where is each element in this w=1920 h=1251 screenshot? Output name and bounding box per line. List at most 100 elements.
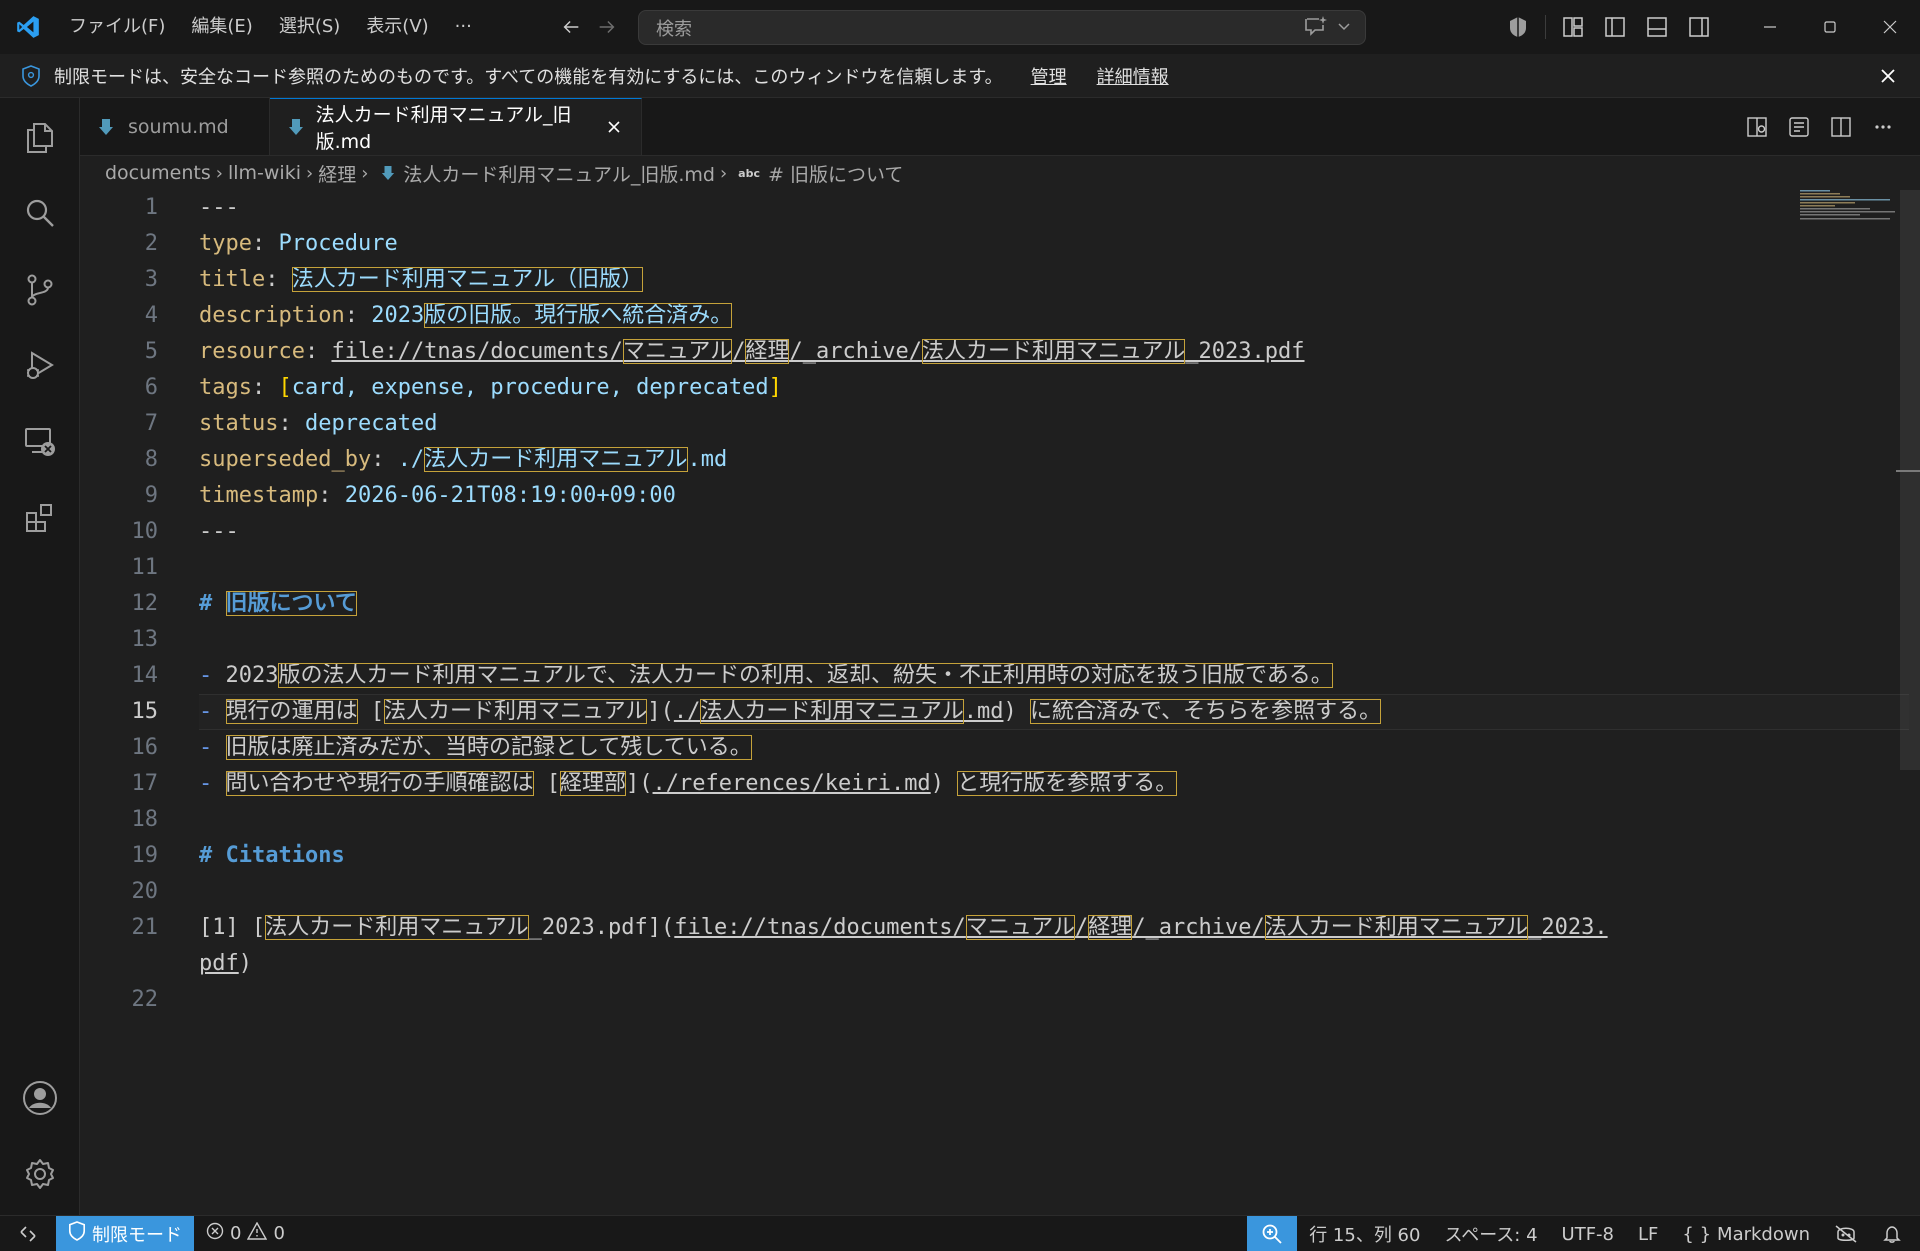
restricted-mode-status[interactable]: 制限モード [56, 1215, 194, 1251]
split-editor-icon[interactable] [1824, 110, 1858, 144]
error-icon [206, 1222, 224, 1245]
menu-selection[interactable]: 選択(S) [266, 0, 353, 54]
line-number: 1 [144, 195, 158, 220]
tab-close-icon[interactable] [605, 117, 623, 137]
line-number-active: 15 [131, 699, 159, 724]
line-number: 3 [144, 267, 158, 292]
line-number: 6 [144, 375, 158, 400]
editor-tabs: soumu.md 法人カード利用マニュアル_旧版.md [80, 98, 1920, 156]
line-number: 22 [131, 987, 159, 1012]
notifications-bell-icon[interactable] [1870, 1216, 1920, 1251]
code-line: description: 2023版の旧版。現行版へ統合済み。 [199, 303, 733, 328]
line-number: 14 [131, 663, 159, 688]
banner-close-icon[interactable] [1874, 62, 1902, 90]
encoding[interactable]: UTF-8 [1550, 1216, 1626, 1251]
open-preview-side-icon[interactable] [1740, 110, 1774, 144]
search-icon[interactable] [0, 176, 80, 252]
code-line: tags: [card, expense, procedure, depreca… [199, 375, 782, 400]
customize-layout-icon[interactable] [1552, 0, 1594, 54]
minimap[interactable] [1800, 190, 1900, 250]
menu-view[interactable]: 表示(V) [353, 0, 441, 54]
scrollbar-cursor-marker [1896, 470, 1920, 472]
chevron-right-icon: › [215, 162, 223, 184]
back-arrow-icon[interactable] [553, 9, 589, 45]
line-number: 5 [144, 339, 158, 364]
copilot-status-icon[interactable] [1822, 1216, 1870, 1251]
braces-icon: { } [1682, 1223, 1712, 1245]
code-line: --- [199, 195, 239, 220]
code-line: resource: file://tnas/documents/マニュアル/経理… [199, 339, 1305, 364]
line-number: 19 [131, 843, 159, 868]
language-mode[interactable]: { } Markdown [1670, 1216, 1822, 1251]
banner-message: 制限モードは、安全なコード参照のためのものです。すべての機能を有効にするには、こ… [54, 66, 1003, 88]
indentation[interactable]: スペース: 4 [1432, 1216, 1549, 1251]
source-control-icon[interactable] [0, 252, 80, 328]
open-changes-icon[interactable] [1782, 110, 1816, 144]
editor-area[interactable]: 1 2 3 4 5 6 7 8 9 10 11 12 13 14 15 16 1… [80, 190, 1920, 1215]
menu-edit[interactable]: 編集(E) [178, 0, 265, 54]
shield-icon [16, 64, 46, 87]
banner-manage-link[interactable]: 管理 [1031, 63, 1067, 89]
breadcrumb-documents[interactable]: documents [105, 162, 211, 184]
warning-count: 0 [273, 1223, 285, 1244]
tab-active-file[interactable]: 法人カード利用マニュアル_旧版.md [270, 98, 642, 155]
end-of-line[interactable]: LF [1626, 1216, 1670, 1251]
settings-gear-icon[interactable] [0, 1136, 80, 1212]
line-number: 8 [144, 447, 158, 472]
breadcrumb-keiri[interactable]: 経理 [318, 160, 356, 187]
code-line: - 問い合わせや現行の手順確認は [経理部](./references/keir… [199, 771, 1178, 796]
breadcrumb-heading[interactable]: # 旧版について [768, 160, 903, 187]
title-bar: ファイル(F) 編集(E) 選択(S) 表示(V) ··· 検索 [0, 0, 1920, 54]
banner-details-link[interactable]: 詳細情報 [1097, 63, 1169, 89]
copilot-chat-icon[interactable] [1303, 15, 1329, 41]
code-line: type: Procedure [199, 231, 398, 256]
remote-explorer-icon[interactable] [0, 404, 80, 480]
maximize-icon[interactable] [1800, 0, 1860, 54]
account-icon[interactable] [0, 1060, 80, 1136]
menu-more[interactable]: ··· [442, 0, 485, 54]
extensions-icon[interactable] [0, 480, 80, 556]
code-line-active: - 現行の運用は [法人カード利用マニュアル](./法人カード利用マニュアル.m… [199, 699, 1382, 724]
menu-bar: ファイル(F) 編集(E) 選択(S) 表示(V) ··· [56, 0, 485, 54]
vscode-logo-icon [0, 0, 56, 54]
line-number: 17 [131, 771, 159, 796]
chevron-down-icon[interactable] [1337, 18, 1351, 37]
tab-soumu[interactable]: soumu.md [80, 98, 270, 155]
line-number: 20 [131, 879, 159, 904]
problems-status[interactable]: 0 0 [194, 1216, 297, 1251]
code-line: # 旧版について [199, 591, 357, 616]
language-label: Markdown [1717, 1223, 1810, 1245]
breadcrumb-llm-wiki[interactable]: llm-wiki [228, 162, 301, 184]
tab-label: soumu.md [128, 115, 229, 138]
markdown-file-icon [98, 118, 118, 136]
vertical-scrollbar[interactable] [1900, 190, 1920, 770]
error-count: 0 [230, 1223, 242, 1244]
minimize-icon[interactable] [1740, 0, 1800, 54]
explorer-icon[interactable] [0, 100, 80, 176]
string-symbol-icon: abc [738, 166, 760, 180]
toggle-primary-sidebar-icon[interactable] [1594, 0, 1636, 54]
line-number: 7 [144, 411, 158, 436]
remote-indicator-icon[interactable] [0, 1216, 56, 1251]
zoom-icon[interactable] [1247, 1216, 1298, 1251]
code-line: timestamp: 2026-06-21T08:19:00+09:00 [199, 483, 676, 508]
code-line: [1] [法人カード利用マニュアル_2023.pdf](file://tnas/… [199, 915, 1608, 940]
markdown-file-icon [381, 165, 395, 181]
tab-label: 法人カード利用マニュアル_旧版.md [315, 104, 572, 153]
command-center-search[interactable]: 検索 [638, 10, 1366, 45]
toggle-panel-icon[interactable] [1636, 0, 1678, 54]
close-window-icon[interactable] [1860, 0, 1920, 54]
line-number: 13 [131, 627, 159, 652]
cursor-position[interactable]: 行 15、列 60 [1297, 1216, 1432, 1251]
warning-icon [247, 1221, 268, 1245]
forward-arrow-icon[interactable] [589, 9, 625, 45]
run-debug-icon[interactable] [0, 328, 80, 404]
more-actions-icon[interactable] [1866, 110, 1900, 144]
menu-file[interactable]: ファイル(F) [56, 0, 178, 54]
accounts-shield-icon[interactable] [1497, 0, 1539, 54]
search-placeholder: 検索 [656, 18, 692, 40]
toggle-secondary-sidebar-icon[interactable] [1678, 0, 1720, 54]
line-number: 18 [131, 807, 159, 832]
shield-icon [68, 1221, 86, 1246]
breadcrumb-file[interactable]: 法人カード利用マニュアル_旧版.md [403, 160, 715, 187]
